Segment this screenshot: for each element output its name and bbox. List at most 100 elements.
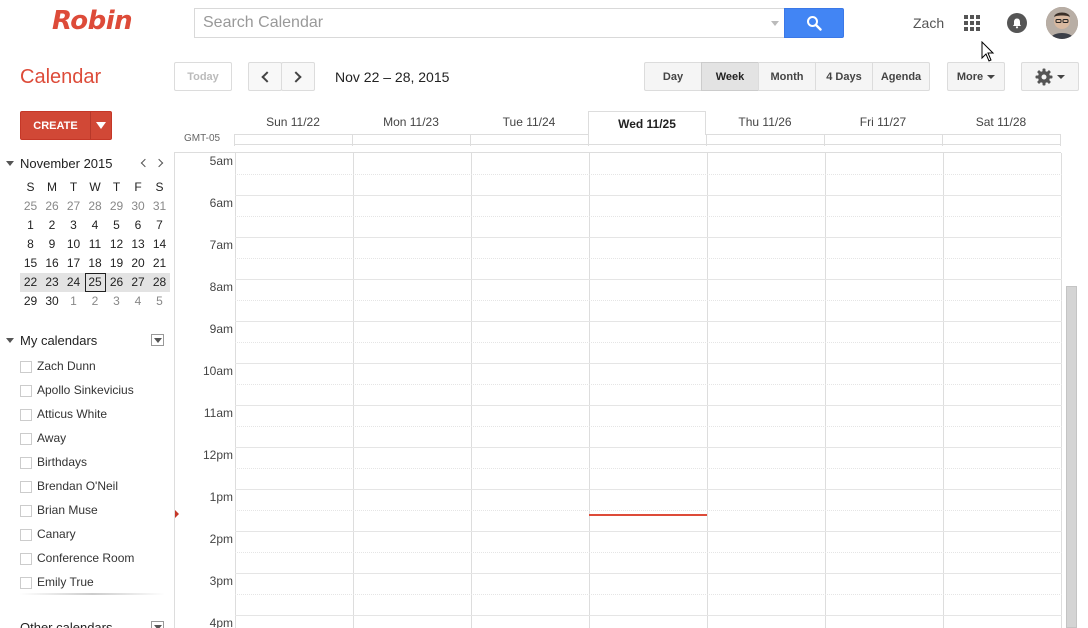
calendar-list-item[interactable]: Apollo Sinkevicius xyxy=(20,382,170,400)
mini-calendar-day[interactable]: 29 xyxy=(106,197,127,216)
calendar-list-item[interactable]: Brendan O'Neil xyxy=(20,478,170,496)
mini-calendar-day[interactable]: 18 xyxy=(85,254,106,273)
mini-calendar-day[interactable]: 19 xyxy=(106,254,127,273)
view-month-button[interactable]: Month xyxy=(758,62,816,91)
calendar-list-item[interactable]: Atticus White xyxy=(20,406,170,424)
mini-calendar-day[interactable]: 23 xyxy=(42,273,63,292)
mini-calendar-day[interactable]: 4 xyxy=(128,292,149,311)
mini-calendar-day[interactable]: 26 xyxy=(106,273,127,292)
mini-calendar-day[interactable]: 14 xyxy=(149,235,170,254)
grid-scrollbar[interactable] xyxy=(1066,286,1077,628)
view-agenda-button[interactable]: Agenda xyxy=(872,62,930,91)
calendar-checkbox[interactable] xyxy=(20,553,32,565)
mini-calendar-day[interactable]: 16 xyxy=(42,254,63,273)
mini-calendar-day[interactable]: 28 xyxy=(149,273,170,292)
day-column-header[interactable]: Thu 11/26 xyxy=(706,110,824,134)
mini-calendar-day[interactable]: 26 xyxy=(42,197,63,216)
previous-period-button[interactable] xyxy=(248,62,282,91)
mini-calendar-day[interactable]: 27 xyxy=(63,197,84,216)
day-column-header[interactable]: Wed 11/25 xyxy=(588,111,706,135)
calendar-checkbox[interactable] xyxy=(20,529,32,541)
mini-calendar-day[interactable]: 10 xyxy=(63,235,84,254)
calendar-checkbox[interactable] xyxy=(20,457,32,469)
mini-calendar-day[interactable]: 9 xyxy=(42,235,63,254)
mini-calendar-day[interactable]: 2 xyxy=(85,292,106,311)
calendar-list-item[interactable]: Away xyxy=(20,430,170,448)
view-week-button[interactable]: Week xyxy=(701,62,759,91)
calendar-list-item[interactable]: Birthdays xyxy=(20,454,170,472)
mini-calendar-day[interactable]: 30 xyxy=(128,197,149,216)
apps-grid-icon[interactable] xyxy=(964,15,980,31)
mini-calendar-day[interactable]: 15 xyxy=(20,254,41,273)
mini-calendar-day[interactable]: 24 xyxy=(63,273,84,292)
mini-calendar-day[interactable]: 25 xyxy=(84,273,106,292)
calendar-list-item[interactable]: Zach Dunn xyxy=(20,358,170,376)
mini-calendar-day[interactable]: 28 xyxy=(85,197,106,216)
more-menu-button[interactable]: More xyxy=(947,62,1005,91)
view-4days-button[interactable]: 4 Days xyxy=(815,62,873,91)
mini-calendar-day[interactable]: 29 xyxy=(20,292,41,311)
mini-calendar-day[interactable]: 20 xyxy=(128,254,149,273)
mini-calendar-month[interactable]: November 2015 xyxy=(20,156,113,171)
mini-calendar-day[interactable]: 31 xyxy=(149,197,170,216)
time-grid[interactable]: 5am 6am 7am 8am 9am 10am 11am 12pm 1pm 2pm 3pm 4pm xyxy=(174,152,1062,628)
search-options-caret-icon[interactable] xyxy=(771,21,779,26)
notifications-bell-icon[interactable] xyxy=(1007,13,1027,33)
mini-calendar-day[interactable]: 30 xyxy=(42,292,63,311)
day-column-header[interactable]: Sun 11/22 xyxy=(234,110,352,134)
mini-calendar-day[interactable]: 12 xyxy=(106,235,127,254)
collapse-arrow-icon[interactable] xyxy=(6,161,14,166)
create-event-button[interactable]: CREATE xyxy=(20,111,91,140)
mini-calendar-day[interactable]: 27 xyxy=(128,273,149,292)
next-period-button[interactable] xyxy=(281,62,315,91)
search-input[interactable] xyxy=(195,9,755,37)
calendar-checkbox[interactable] xyxy=(20,385,32,397)
today-button[interactable]: Today xyxy=(174,62,232,91)
mini-calendar-day[interactable]: 7 xyxy=(149,216,170,235)
mini-calendar-day[interactable]: 13 xyxy=(128,235,149,254)
calendar-checkbox[interactable] xyxy=(20,505,32,517)
mini-calendar-day[interactable]: 25 xyxy=(20,197,41,216)
avatar[interactable] xyxy=(1046,7,1078,39)
mini-calendar-day[interactable]: 21 xyxy=(149,254,170,273)
day-column-header[interactable]: Tue 11/24 xyxy=(470,110,588,134)
search-button[interactable] xyxy=(784,8,844,38)
calendar-list-item[interactable]: Emily True xyxy=(20,574,170,592)
calendar-checkbox[interactable] xyxy=(20,433,32,445)
mini-calendar-day[interactable]: 8 xyxy=(20,235,41,254)
mini-calendar-day[interactable]: 5 xyxy=(106,216,127,235)
calendar-list-item[interactable]: Canary xyxy=(20,526,170,544)
day-column-header[interactable]: Mon 11/23 xyxy=(352,110,470,134)
mini-prev-month-icon[interactable] xyxy=(140,158,150,168)
mini-next-month-icon[interactable] xyxy=(154,158,164,168)
calendar-list-item[interactable]: Conference Room xyxy=(20,550,170,568)
mini-calendar-day[interactable]: 3 xyxy=(63,216,84,235)
view-day-button[interactable]: Day xyxy=(644,62,702,91)
mini-calendar-day[interactable]: 17 xyxy=(63,254,84,273)
mini-calendar-day[interactable]: 5 xyxy=(149,292,170,311)
user-name[interactable]: Zach xyxy=(913,15,944,31)
mini-calendar-day[interactable]: 2 xyxy=(42,216,63,235)
calendar-checkbox[interactable] xyxy=(20,577,32,589)
mini-calendar-day[interactable]: 22 xyxy=(20,273,41,292)
app-logo[interactable]: Robin xyxy=(52,6,133,36)
create-options-button[interactable] xyxy=(90,111,112,140)
other-calendars-header[interactable]: Other calendars xyxy=(6,620,166,628)
calendar-checkbox[interactable] xyxy=(20,409,32,421)
calendar-checkbox[interactable] xyxy=(20,481,32,493)
calendar-checkbox[interactable] xyxy=(20,361,32,373)
day-column-header[interactable]: Fri 11/27 xyxy=(824,110,942,134)
mini-calendar-day[interactable]: 6 xyxy=(128,216,149,235)
my-calendars-options-button[interactable] xyxy=(151,334,164,346)
day-column-header[interactable]: Sat 11/28 xyxy=(942,110,1060,134)
mini-calendar-day[interactable]: 11 xyxy=(85,235,106,254)
mini-calendar-day[interactable]: 1 xyxy=(63,292,84,311)
mini-weekday-label: S xyxy=(26,180,35,194)
other-calendars-options-button[interactable] xyxy=(151,621,164,628)
mini-calendar-day[interactable]: 3 xyxy=(106,292,127,311)
mini-calendar-day[interactable]: 1 xyxy=(20,216,41,235)
settings-button[interactable] xyxy=(1021,62,1079,91)
my-calendars-header[interactable]: My calendars xyxy=(6,333,166,349)
mini-calendar-day[interactable]: 4 xyxy=(85,216,106,235)
calendar-list-item[interactable]: Brian Muse xyxy=(20,502,170,520)
